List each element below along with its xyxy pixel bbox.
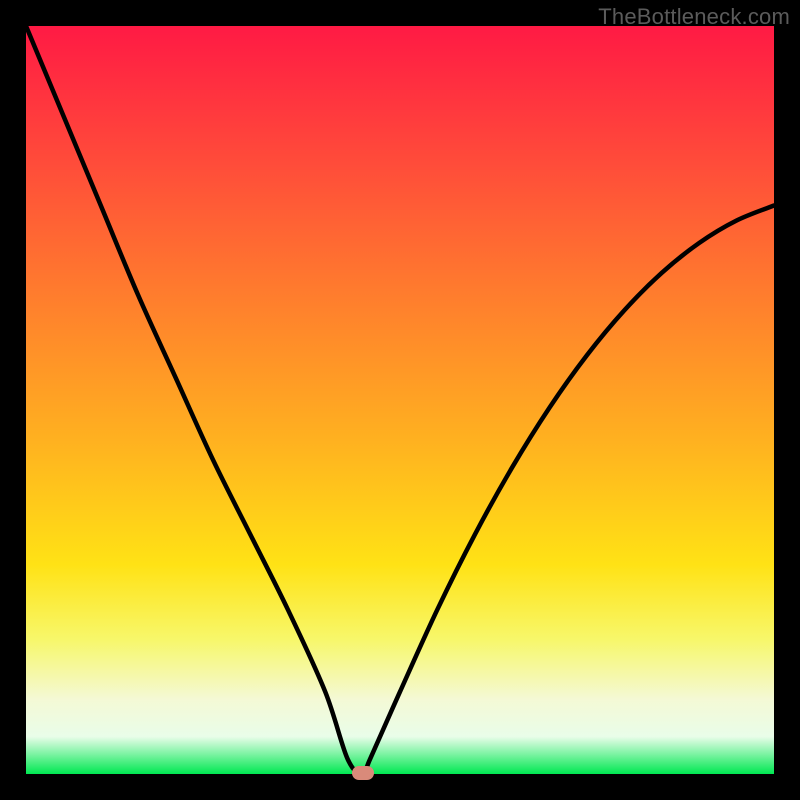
chart-frame: TheBottleneck.com	[0, 0, 800, 800]
bottleneck-curve	[26, 26, 774, 774]
minimum-marker	[352, 766, 374, 780]
plot-area	[26, 26, 774, 774]
watermark-text: TheBottleneck.com	[598, 4, 790, 30]
